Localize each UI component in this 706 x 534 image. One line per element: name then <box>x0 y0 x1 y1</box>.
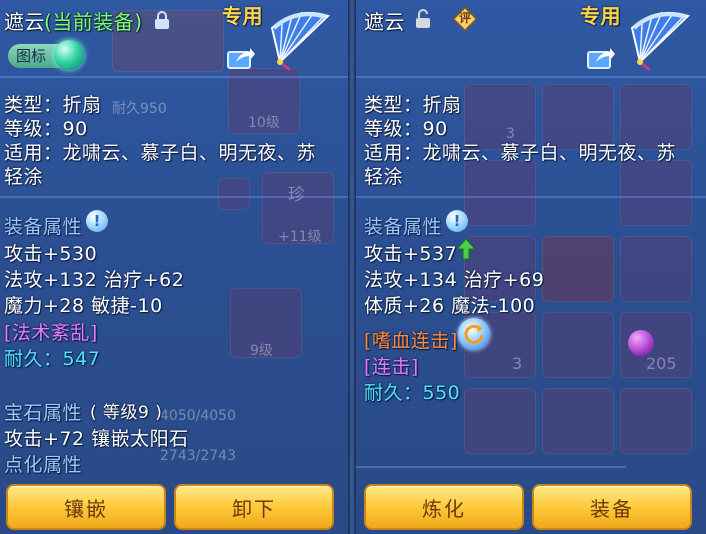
bg-slot <box>620 160 692 226</box>
info-icon[interactable]: ! <box>86 210 108 232</box>
review-label: 评 <box>458 11 471 25</box>
bg-text: 耐久950 <box>112 101 167 117</box>
exclusive-tag: 专用 <box>222 4 263 28</box>
bg-slot <box>542 312 614 378</box>
bg-line <box>0 196 348 198</box>
review-badge-icon[interactable]: 评 <box>452 6 478 32</box>
item-fit-line2: 轻涂 <box>364 166 404 188</box>
item-level: 等级：90 <box>4 118 88 140</box>
special-skill: [法术紊乱] <box>4 322 98 344</box>
bg-line <box>356 76 706 78</box>
left-item-panel: 耐久950 10级 珍 +11级 9级 4050/4050 2743/2743 … <box>0 0 348 534</box>
refine-button[interactable]: 炼化 <box>364 484 524 530</box>
bg-text: 205 <box>646 354 677 373</box>
equipped-status: (当前装备) <box>44 10 143 34</box>
refresh-icon[interactable] <box>458 318 490 350</box>
unlock-icon[interactable] <box>414 8 432 34</box>
item-name: 遮云 <box>364 10 405 34</box>
durability: 耐久：547 <box>4 348 101 370</box>
bg-text: 10级 <box>248 115 280 131</box>
gem-stat: 攻击+72 镶嵌太阳石 <box>4 428 189 450</box>
stat-line-2: 法攻+134 治疗+69 <box>364 269 545 291</box>
bg-slot <box>620 388 692 454</box>
bg-text: 3 <box>512 354 523 373</box>
stat-line-3: 魔力+28 敏捷-10 <box>4 295 163 317</box>
bg-text: +11级 <box>278 229 322 245</box>
item-type: 类型：折扇 <box>364 94 462 116</box>
bg-text: 珍 <box>288 185 305 205</box>
attr-header: 装备属性 <box>4 216 83 238</box>
item-type: 类型：折扇 <box>4 94 102 116</box>
item-level: 等级：90 <box>364 118 448 140</box>
toggle-orb-icon[interactable] <box>54 40 84 70</box>
bg-slot <box>218 178 250 210</box>
bg-line <box>356 196 706 198</box>
bg-slot <box>620 236 692 302</box>
share-icon[interactable] <box>226 44 256 70</box>
special-skill-1: [嗜血连击] <box>364 330 458 352</box>
stat-line-2: 法攻+132 治疗+62 <box>4 269 185 291</box>
fan-item-icon <box>626 2 698 74</box>
unequip-button[interactable]: 卸下 <box>174 484 334 530</box>
equip-button[interactable]: 装备 <box>532 484 692 530</box>
right-item-panel: 3 3 205 遮云 评 专用 类型：折扇 等级：90 适用：龙啸云、慕子白、明… <box>356 0 706 534</box>
bg-slot <box>464 160 536 226</box>
special-skill-2: [连击] <box>364 356 419 378</box>
info-icon[interactable]: ! <box>446 210 468 232</box>
gem-header: 宝石属性 <box>4 402 83 424</box>
item-fit-line1: 适用：龙啸云、慕子白、明无夜、苏 <box>4 142 317 164</box>
bg-slot <box>542 388 614 454</box>
item-fit-line1: 适用：龙啸云、慕子白、明无夜、苏 <box>364 142 677 164</box>
dot-header: 点化属性 <box>4 454 83 476</box>
inlay-button[interactable]: 镶嵌 <box>6 484 166 530</box>
durability: 耐久：550 <box>364 382 461 404</box>
attr-header: 装备属性 <box>364 216 443 238</box>
attack-stat: 攻击+530 <box>4 243 98 265</box>
up-arrow-icon <box>455 238 477 264</box>
bg-slot <box>542 236 614 302</box>
exclusive-tag: 专用 <box>580 4 621 28</box>
gem-level: ( 等级9 ) <box>90 403 163 423</box>
bg-orb <box>628 330 654 356</box>
bg-line <box>0 76 348 78</box>
share-icon[interactable] <box>586 44 616 70</box>
bg-text: 4050/4050 <box>160 408 236 424</box>
stat-line-3: 体质+26 魔法-100 <box>364 295 536 317</box>
item-name: 遮云 <box>4 10 45 34</box>
fan-item-icon <box>266 2 338 74</box>
attack-stat: 攻击+537 <box>364 243 458 265</box>
bg-line <box>356 466 626 468</box>
bg-slot <box>464 388 536 454</box>
panel-divider <box>348 0 356 534</box>
bg-text: 9级 <box>250 343 273 359</box>
lock-icon[interactable] <box>154 10 170 34</box>
item-fit-line2: 轻涂 <box>4 166 44 188</box>
